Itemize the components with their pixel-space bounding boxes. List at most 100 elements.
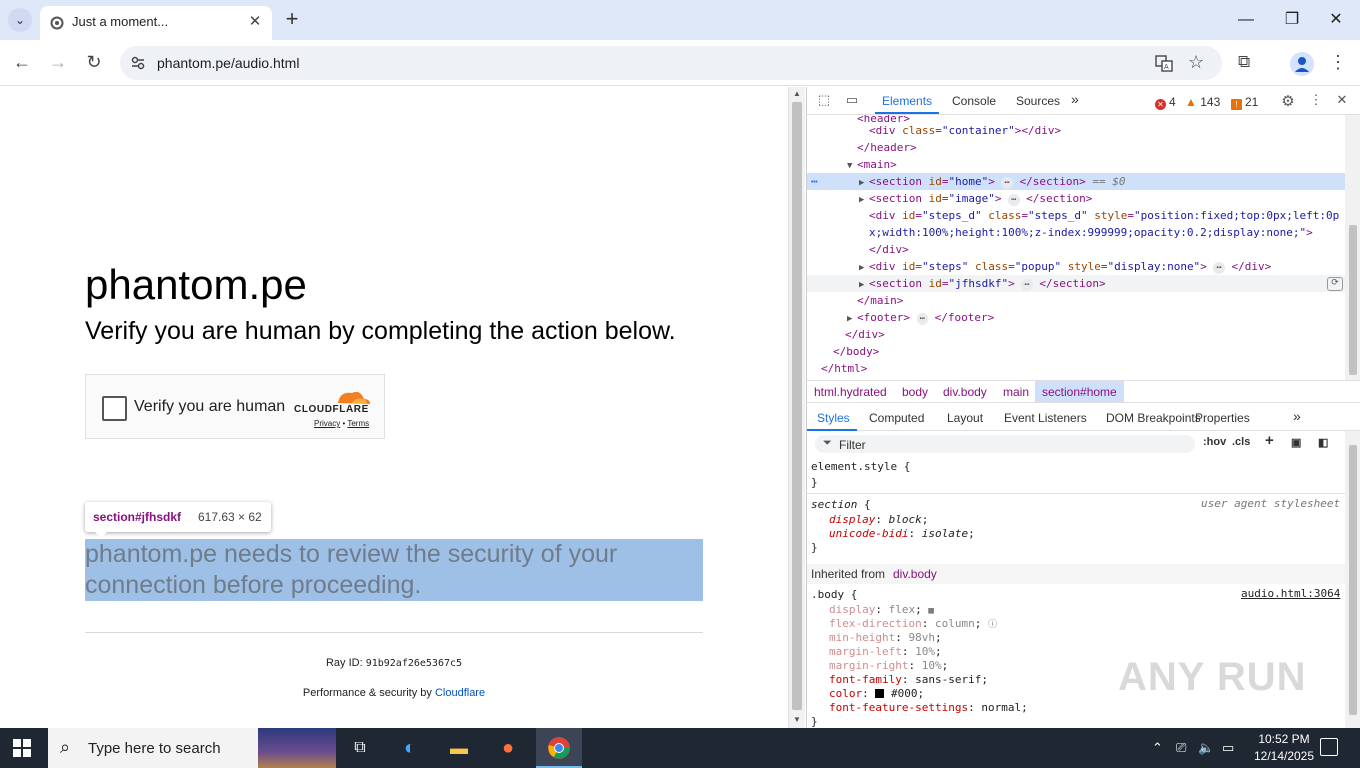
dom-sync-icon[interactable]: ⟳ bbox=[1327, 277, 1343, 291]
tab-properties[interactable]: Properties bbox=[1195, 411, 1250, 425]
browser-tab[interactable]: Just a moment... ✕ bbox=[40, 6, 272, 40]
site-info-icon[interactable] bbox=[130, 55, 146, 71]
crumb-section-home[interactable]: section#home bbox=[1035, 381, 1124, 402]
cls-toggle[interactable]: .cls bbox=[1232, 436, 1250, 448]
issues-count[interactable]: ! 21 bbox=[1231, 95, 1258, 110]
dom-node-body-close[interactable]: </body> bbox=[807, 343, 1345, 360]
dom-node-main-close[interactable]: </main> bbox=[807, 292, 1345, 309]
css-flex-direction[interactable]: flex-direction: column; ⓘ bbox=[829, 616, 997, 631]
node-actions-icon[interactable]: ⋯ bbox=[811, 175, 818, 188]
browser-menu-icon[interactable]: ⋮ bbox=[1328, 52, 1348, 76]
notification-center-icon[interactable] bbox=[1320, 738, 1338, 756]
page-scrollbar[interactable]: ▲ ▼ bbox=[788, 87, 805, 728]
close-devtools-icon[interactable]: ✕ bbox=[1333, 92, 1351, 110]
css-display-block[interactable]: display: block; bbox=[829, 512, 928, 527]
dom-node-section-home[interactable]: ▶ <section id="home"> ⋯ </section> == $0 bbox=[807, 173, 1345, 190]
network-icon[interactable]: ⎚ bbox=[1176, 740, 1186, 756]
css-color[interactable]: color: #000; bbox=[829, 686, 924, 701]
chrome-taskbar-button[interactable] bbox=[536, 728, 582, 768]
dom-node-main[interactable]: ▼ <main> bbox=[807, 156, 1345, 173]
reload-button[interactable]: ↻ bbox=[80, 48, 108, 76]
new-tab-button[interactable]: + bbox=[280, 8, 304, 32]
css-font-feature-settings[interactable]: font-feature-settings: normal; bbox=[829, 700, 1028, 715]
tab-elements[interactable]: Elements bbox=[882, 94, 932, 108]
tab-computed[interactable]: Computed bbox=[869, 411, 924, 425]
more-tabs-icon[interactable]: » bbox=[1071, 91, 1079, 107]
file-explorer-icon[interactable]: ▬ bbox=[445, 734, 473, 762]
crumb-div-body[interactable]: div.body bbox=[943, 385, 987, 399]
page-scroll-thumb[interactable] bbox=[792, 102, 802, 710]
dom-node-steps-d-cont[interactable]: x;width:100%;height:100%;z-index:999999;… bbox=[807, 224, 1345, 241]
tab-sources[interactable]: Sources bbox=[1016, 94, 1060, 108]
taskbar-search-box[interactable]: ⌕ Type here to search bbox=[48, 728, 336, 768]
task-view-icon[interactable]: ⧉ bbox=[346, 734, 374, 762]
volume-icon[interactable]: 🔈 bbox=[1198, 740, 1214, 756]
show-hidden-icons[interactable]: ⌃ bbox=[1152, 740, 1163, 756]
dom-node-section-image[interactable]: ▶ <section id="image"> ⋯ </section> bbox=[807, 190, 1345, 207]
edge-icon[interactable]: ◐ bbox=[396, 734, 424, 762]
inspect-element-icon[interactable]: ⬚ bbox=[815, 92, 833, 110]
firefox-icon[interactable]: ● bbox=[494, 734, 522, 762]
dom-node-container[interactable]: <div class="container"></div> bbox=[807, 122, 1345, 139]
styles-scroll-thumb[interactable] bbox=[1349, 445, 1357, 715]
tab-search-button[interactable]: ⌄ bbox=[8, 8, 32, 32]
more-style-tabs-icon[interactable]: » bbox=[1293, 408, 1301, 424]
clock-date[interactable]: 12/14/2025 bbox=[1252, 749, 1316, 763]
maximize-button[interactable]: ❐ bbox=[1278, 8, 1306, 32]
forward-button[interactable]: → bbox=[44, 48, 72, 76]
inherited-from-link[interactable]: div.body bbox=[893, 567, 937, 581]
dom-node-steps-popup[interactable]: ▶ <div id="steps" class="popup" style="di… bbox=[807, 258, 1345, 275]
windows-start-icon[interactable] bbox=[13, 739, 31, 757]
back-button[interactable]: ← bbox=[8, 48, 36, 76]
privacy-link[interactable]: Privacy bbox=[314, 419, 340, 428]
dom-node-div-close[interactable]: </div> bbox=[807, 241, 1345, 258]
css-margin-right[interactable]: margin-right: 10%; bbox=[829, 658, 948, 673]
section-rule-selector[interactable]: section { bbox=[811, 497, 871, 512]
toggle-sidebar-icon[interactable]: ◧ bbox=[1318, 436, 1328, 449]
dom-node-steps-d[interactable]: <div id="steps_d" class="steps_d" style=… bbox=[807, 207, 1345, 224]
body-rule-selector[interactable]: .body { bbox=[811, 587, 857, 602]
tab-styles[interactable]: Styles bbox=[817, 411, 850, 425]
translate-icon[interactable]: A bbox=[1155, 54, 1173, 72]
minimize-button[interactable]: — bbox=[1232, 8, 1260, 32]
tab-event-listeners[interactable]: Event Listeners bbox=[1004, 411, 1087, 425]
styles-filter-input[interactable]: ⏷ Filter bbox=[815, 435, 1195, 453]
tab-console[interactable]: Console bbox=[952, 94, 996, 108]
address-bar[interactable]: phantom.pe/audio.html A ☆ bbox=[120, 46, 1222, 80]
dom-node-header-close[interactable]: </header> bbox=[807, 139, 1345, 156]
color-swatch[interactable] bbox=[875, 689, 885, 698]
body-rule-source-link[interactable]: audio.html:3064 bbox=[1241, 587, 1340, 600]
devtools-menu-icon[interactable]: ⋮ bbox=[1307, 92, 1325, 110]
styles-scrollbar[interactable] bbox=[1345, 431, 1360, 728]
scroll-down-arrow-icon[interactable]: ▼ bbox=[793, 715, 801, 724]
settings-gear-icon[interactable]: ⚙ bbox=[1279, 92, 1297, 110]
dom-node-html-close[interactable]: </html> bbox=[807, 360, 1345, 377]
dom-scrollbar[interactable] bbox=[1345, 115, 1360, 380]
dom-node-div-close-2[interactable]: </div> bbox=[807, 326, 1345, 343]
warning-count[interactable]: ▲ 143 bbox=[1185, 95, 1220, 109]
css-unicode-bidi[interactable]: unicode-bidi: isolate; bbox=[829, 526, 975, 541]
paint-icon[interactable]: ▣ bbox=[1291, 436, 1301, 449]
new-rule-icon[interactable]: + bbox=[1265, 432, 1274, 449]
dom-node-section-jfhsdkf[interactable]: ▶ <section id="jfhsdkf"> ⋯ </section> bbox=[807, 275, 1345, 292]
keyboard-icon[interactable]: ▭ bbox=[1222, 740, 1234, 756]
element-style-rule[interactable]: element.style { bbox=[811, 459, 910, 474]
clock-time[interactable]: 10:52 PM bbox=[1252, 732, 1316, 746]
dom-node-footer[interactable]: ▶ <footer> ⋯ </footer> bbox=[807, 309, 1345, 326]
hov-toggle[interactable]: :hov bbox=[1203, 436, 1226, 448]
tab-layout[interactable]: Layout bbox=[947, 411, 983, 425]
css-min-height[interactable]: min-height: 98vh; bbox=[829, 630, 942, 645]
terms-link[interactable]: Terms bbox=[347, 419, 369, 428]
css-font-family[interactable]: font-family: sans-serif; bbox=[829, 672, 988, 687]
cloudflare-link[interactable]: Cloudflare bbox=[435, 687, 485, 699]
device-toolbar-icon[interactable]: ▭ bbox=[843, 92, 861, 110]
tab-dom-breakpoints[interactable]: DOM Breakpoints bbox=[1106, 411, 1201, 425]
tab-close-icon[interactable]: ✕ bbox=[245, 12, 265, 32]
error-count[interactable]: ✕ 4 bbox=[1155, 95, 1176, 110]
scroll-up-arrow-icon[interactable]: ▲ bbox=[793, 89, 801, 98]
close-window-button[interactable]: ✕ bbox=[1322, 8, 1350, 32]
verify-checkbox[interactable] bbox=[102, 396, 127, 421]
bookmark-star-icon[interactable]: ☆ bbox=[1188, 52, 1204, 73]
css-margin-left[interactable]: margin-left: 10%; bbox=[829, 644, 942, 659]
dom-scroll-thumb[interactable] bbox=[1349, 225, 1357, 375]
